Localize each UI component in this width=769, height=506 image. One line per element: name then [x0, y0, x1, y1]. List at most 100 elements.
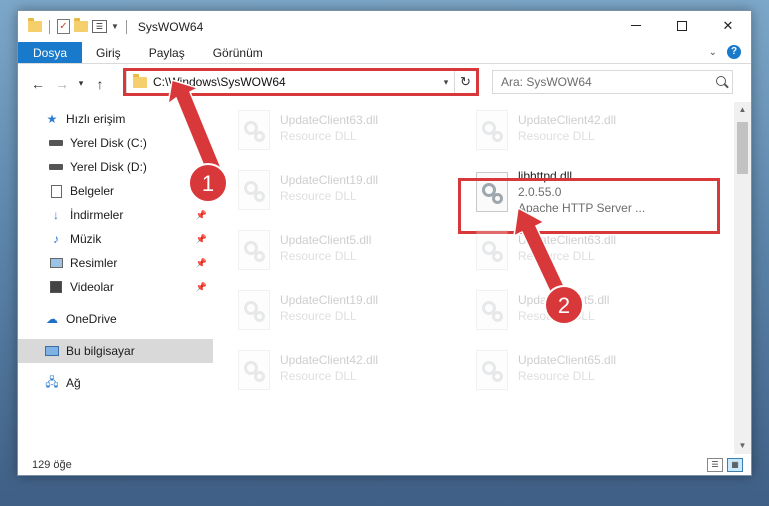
file-name: UpdateClient63.dll: [518, 233, 617, 247]
customize-toolbar-icon[interactable]: ☰: [92, 20, 107, 33]
file-tile[interactable]: UpdateClient5.dll Resource DLL: [224, 222, 454, 276]
sidebar-item-quick-access[interactable]: ★ Hızlı erişim: [18, 107, 213, 131]
maximize-button[interactable]: [659, 11, 705, 40]
properties-check-icon[interactable]: ✓: [57, 19, 70, 34]
dll-file-icon: [238, 230, 270, 270]
new-folder-icon[interactable]: [74, 18, 88, 32]
dll-file-icon: [238, 350, 270, 390]
view-toggle-buttons: ☰ ▦: [707, 458, 743, 472]
minimize-button[interactable]: [613, 11, 659, 40]
file-tile[interactable]: UpdateClient65.dll Resource DLL: [462, 342, 692, 396]
sidebar-item-videos[interactable]: Videolar 📌: [18, 275, 213, 299]
minimize-icon: [631, 25, 641, 26]
quick-access-toolbar: ✓ ☰ ▼: [28, 18, 130, 34]
file-tile[interactable]: UpdateClient19.dll Resource DLL: [224, 162, 454, 216]
folder-icon: [28, 18, 42, 32]
scroll-down-icon[interactable]: ▼: [734, 438, 751, 454]
file-description: Resource DLL: [518, 129, 595, 143]
sidebar-item-pictures[interactable]: Resimler 📌: [18, 251, 213, 275]
file-tile[interactable]: UpdateClient42.dll Resource DLL: [462, 102, 692, 156]
file-description: Resource DLL: [518, 249, 595, 263]
file-tile[interactable]: UpdateClient63.dll Resource DLL: [224, 102, 454, 156]
ribbon-tabs: Dosya Giriş Paylaş Görünüm ⌄ ?: [18, 42, 751, 64]
details-view-icon[interactable]: ☰: [707, 458, 723, 472]
window-title: SysWOW64: [137, 19, 204, 34]
sidebar-item-label: Yerel Disk (C:): [70, 136, 147, 150]
tab-view[interactable]: Görünüm: [199, 42, 277, 63]
dll-file-icon: [238, 170, 270, 210]
sidebar-item-label: Resimler: [70, 256, 118, 270]
file-name: UpdateClient42.dll: [280, 353, 379, 367]
sidebar-item-label: Belgeler: [70, 184, 115, 198]
sidebar-item-documents[interactable]: Belgeler: [18, 179, 213, 203]
file-name: UpdateClient5.dll: [518, 293, 610, 307]
ribbon-right-controls: ⌄ ?: [709, 45, 741, 59]
sidebar-item-music[interactable]: ♪ Müzik 📌: [18, 227, 213, 251]
explorer-window: ✓ ☰ ▼ SysWOW64 ✕ Dosya Giriş Paylaş Görü…: [17, 10, 752, 476]
sidebar-item-label: OneDrive: [66, 312, 117, 326]
sidebar-item-this-pc[interactable]: Bu bilgisayar: [18, 339, 213, 363]
pictures-icon: [48, 256, 64, 270]
dll-file-icon: [238, 110, 270, 150]
file-tile[interactable]: UpdateClient63.dll Resource DLL: [462, 222, 692, 276]
file-name: UpdateClient63.dll: [280, 113, 379, 127]
pin-icon[interactable]: 📌: [196, 210, 207, 221]
file-description: Resource DLL: [280, 189, 357, 203]
download-icon: ↓: [53, 208, 59, 222]
file-description: Resource DLL: [280, 309, 357, 323]
dll-file-icon: [476, 290, 508, 330]
file-description: Resource DLL: [280, 369, 357, 383]
scroll-up-icon[interactable]: ▲: [734, 102, 751, 118]
file-name: UpdateClient19.dll: [280, 293, 379, 307]
drive-icon: [48, 160, 64, 174]
help-icon[interactable]: ?: [727, 45, 741, 59]
search-input[interactable]: Ara: SysWOW64: [492, 70, 733, 94]
pin-icon[interactable]: 📌: [196, 282, 207, 293]
back-arrow-icon[interactable]: ←: [26, 76, 50, 92]
pin-icon[interactable]: 📌: [196, 258, 207, 269]
sidebar-item-downloads[interactable]: ↓ İndirmeler 📌: [18, 203, 213, 227]
recent-locations-chevron-icon[interactable]: ▾: [74, 78, 88, 89]
sidebar-item-network[interactable]: 🖧 Ağ: [18, 371, 213, 395]
close-button[interactable]: ✕: [705, 11, 751, 40]
search-placeholder: Ara: SysWOW64: [501, 75, 592, 89]
up-arrow-icon[interactable]: ↑: [88, 76, 112, 92]
sidebar-item-local-disk-d[interactable]: Yerel Disk (D:): [18, 155, 213, 179]
sidebar-item-label: Yerel Disk (D:): [70, 160, 147, 174]
dll-file-icon: [238, 290, 270, 330]
file-description: Resource DLL: [518, 309, 595, 323]
pin-icon[interactable]: 📌: [196, 234, 207, 245]
address-highlight-box: [123, 68, 479, 96]
sidebar-item-label: Videolar: [70, 280, 114, 294]
status-bar: 129 öğe ☰ ▦: [18, 454, 751, 476]
sidebar-item-label: İndirmeler: [70, 208, 124, 222]
navigation-pane: ★ Hızlı erişim Yerel Disk (C:) 📌 Yerel D…: [18, 107, 213, 443]
item-count: 129 öğe: [32, 459, 72, 471]
tab-share[interactable]: Paylaş: [135, 42, 199, 63]
video-icon: [48, 280, 64, 294]
file-tile[interactable]: UpdateClient19.dll Resource DLL: [224, 282, 454, 336]
file-tile[interactable]: UpdateClient5.dll Resource DLL: [462, 282, 692, 336]
tab-file[interactable]: Dosya: [18, 42, 83, 63]
file-description: Resource DLL: [518, 369, 595, 383]
separator: [49, 19, 50, 34]
vertical-scrollbar[interactable]: ▲ ▼: [734, 102, 751, 454]
file-name: UpdateClient65.dll: [518, 353, 617, 367]
sidebar-item-label: Müzik: [70, 232, 102, 246]
sidebar-item-label: Bu bilgisayar: [66, 344, 135, 358]
tab-home[interactable]: Giriş: [82, 42, 135, 63]
sidebar-item-local-disk-c[interactable]: Yerel Disk (C:) 📌: [18, 131, 213, 155]
chevron-down-icon[interactable]: ▼: [111, 22, 119, 31]
window-controls: ✕: [613, 11, 751, 40]
forward-arrow-icon[interactable]: →: [50, 76, 74, 92]
pin-icon[interactable]: 📌: [196, 138, 207, 149]
file-tile[interactable]: UpdateClient42.dll Resource DLL: [224, 342, 454, 396]
search-icon: [716, 76, 726, 86]
tiles-view-icon[interactable]: ▦: [727, 458, 743, 472]
expand-ribbon-icon[interactable]: ⌄: [709, 47, 717, 58]
sidebar-item-onedrive[interactable]: ☁ OneDrive: [18, 307, 213, 331]
navigation-row: ← → ▾ ↑ C:\Windows\SysWOW64 ▾ ↻ Ara: Sys…: [18, 65, 751, 102]
file-name: UpdateClient42.dll: [518, 113, 617, 127]
scrollbar-thumb[interactable]: [737, 122, 748, 174]
computer-icon: [44, 344, 60, 358]
